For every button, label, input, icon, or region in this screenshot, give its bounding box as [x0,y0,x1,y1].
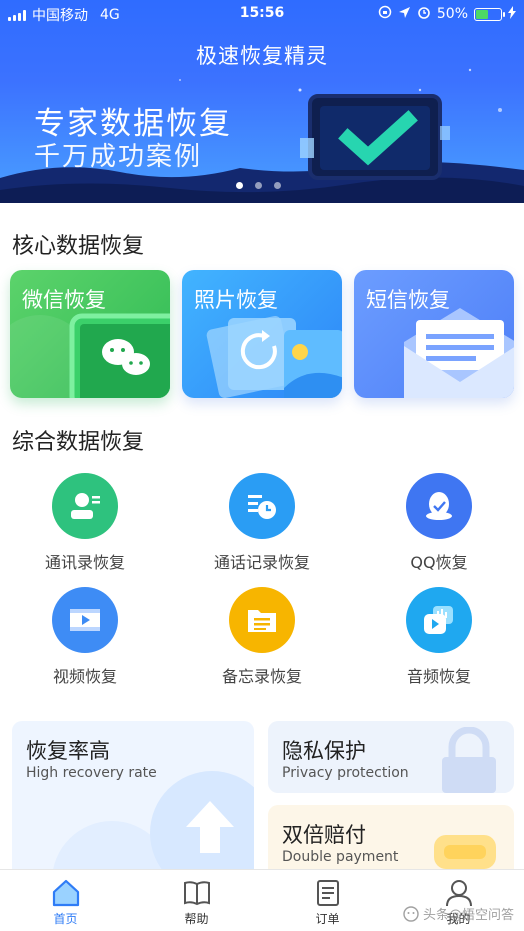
call-log-recovery-item[interactable]: 通话记录恢复 [187,473,337,573]
header-banner: 中国移动 4G 15:56 50% 极速恢复精灵 专家数据恢复 千万成功案例 [0,0,524,203]
home-icon [52,879,79,907]
audio-recovery-item[interactable]: 音频恢复 [364,587,514,687]
lock-icon [442,727,496,793]
item-label: 通话记录恢复 [213,553,310,572]
card-label: 照片恢复 [194,288,278,312]
tab-home[interactable]: 首页 [0,870,131,931]
book-icon [183,881,210,906]
pagination-dot[interactable] [274,182,281,189]
tab-label: 订单 [315,912,340,926]
banner-pagination[interactable] [236,182,281,189]
feature-title: 双倍赔付 [282,823,366,847]
video-recovery-item[interactable]: 视频恢复 [10,587,160,687]
item-label: QQ恢复 [410,553,468,572]
watermark-text: 头条@悟空问答 [422,908,514,923]
notes-icon [229,587,295,653]
feature-privacy: 隐私保护 Privacy protection [268,721,514,793]
contacts-recovery-item[interactable]: 通讯录恢复 [10,473,160,573]
upload-arrow-icon [52,771,254,891]
tab-label: 首页 [53,912,78,926]
audio-icon [406,587,472,653]
wechat-recovery-card[interactable]: 微信恢复 [10,270,170,398]
banner-subline[interactable]: 千万成功案例 [34,136,202,173]
sms-recovery-card[interactable]: 短信恢复 [354,270,514,398]
item-label: 通讯录恢复 [44,553,125,572]
notes-recovery-item[interactable]: 备忘录恢复 [187,587,337,687]
feature-subtitle: Privacy protection [282,765,409,781]
card-label: 微信恢复 [22,288,106,312]
battery-percent: 50% [436,6,468,22]
location-icon [398,6,411,23]
contact-icon [52,473,118,539]
charging-icon [508,5,516,23]
battery-icon [474,7,505,21]
alarm-icon [417,5,431,23]
item-label: 音频恢复 [406,667,471,686]
laptop-check-illustration [300,94,450,180]
core-section-title: 核心数据恢复 [12,234,145,259]
status-bar: 中国移动 4G 15:56 50% [0,0,524,28]
tab-label: 帮助 [184,912,209,926]
rotation-lock-icon [378,5,392,23]
tab-orders[interactable]: 订单 [262,870,393,931]
pagination-dot[interactable] [236,182,243,189]
pagination-dot[interactable] [255,182,262,189]
general-section-title: 综合数据恢复 [12,430,145,455]
watermark-logo-icon [403,905,419,922]
item-label: 备忘录恢复 [221,667,302,686]
card-label: 短信恢复 [366,288,450,312]
order-icon [316,880,339,906]
item-label: 视频恢复 [52,667,117,686]
tab-help[interactable]: 帮助 [131,870,262,931]
call-log-icon [229,473,295,539]
video-icon [52,587,118,653]
feature-title: 隐私保护 [282,739,366,763]
qq-icon [406,473,472,539]
app-title: 极速恢复精灵 [196,44,328,68]
watermark: 头条@悟空问答 [403,904,514,923]
feature-subtitle: Double payment [282,849,399,865]
feature-recovery-rate: 恢复率高 High recovery rate [12,721,254,891]
qq-recovery-item[interactable]: QQ恢复 [364,473,514,573]
photo-recovery-card[interactable]: 照片恢复 [182,270,342,398]
